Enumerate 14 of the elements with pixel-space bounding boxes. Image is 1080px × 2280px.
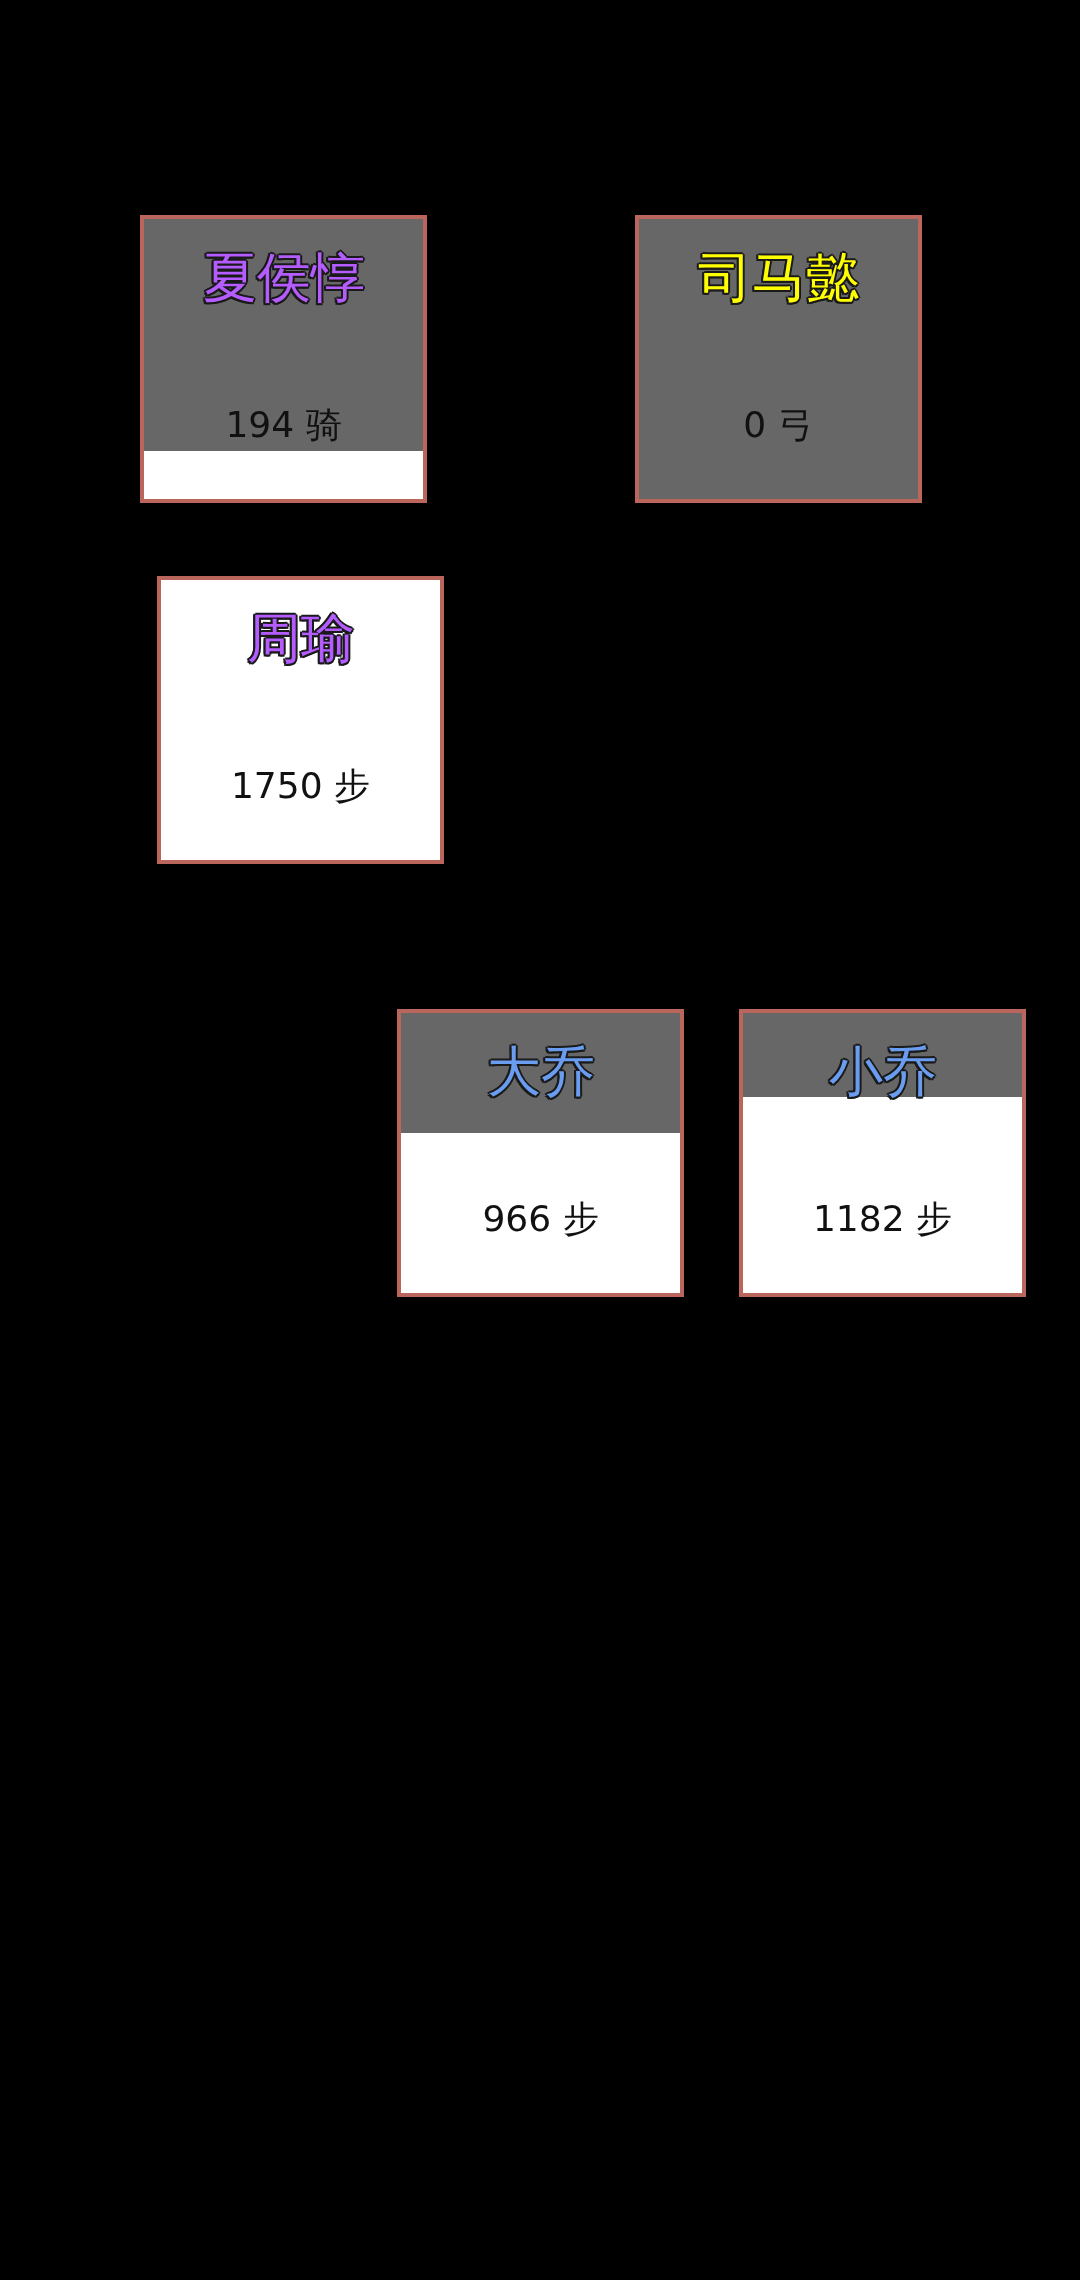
unit-name: 司马懿 [697, 246, 860, 311]
unit-card[interactable]: 大乔 966 步 [397, 1009, 684, 1297]
unit-name: 夏侯惇 [202, 246, 365, 311]
unit-count: 194 骑 [225, 402, 342, 447]
unit-card[interactable]: 司马懿 0 弓 [635, 215, 922, 503]
unit-name: 大乔 [486, 1040, 595, 1105]
unit-card[interactable]: 周瑜 1750 步 [157, 576, 444, 864]
unit-count: 1750 步 [230, 763, 371, 808]
unit-count: 0 弓 [743, 402, 814, 447]
unit-name: 小乔 [828, 1040, 937, 1105]
unit-count: 966 步 [482, 1196, 599, 1241]
unit-count: 1182 步 [812, 1196, 953, 1241]
unit-name: 周瑜 [246, 607, 355, 672]
unit-card[interactable]: 小乔 1182 步 [739, 1009, 1026, 1297]
